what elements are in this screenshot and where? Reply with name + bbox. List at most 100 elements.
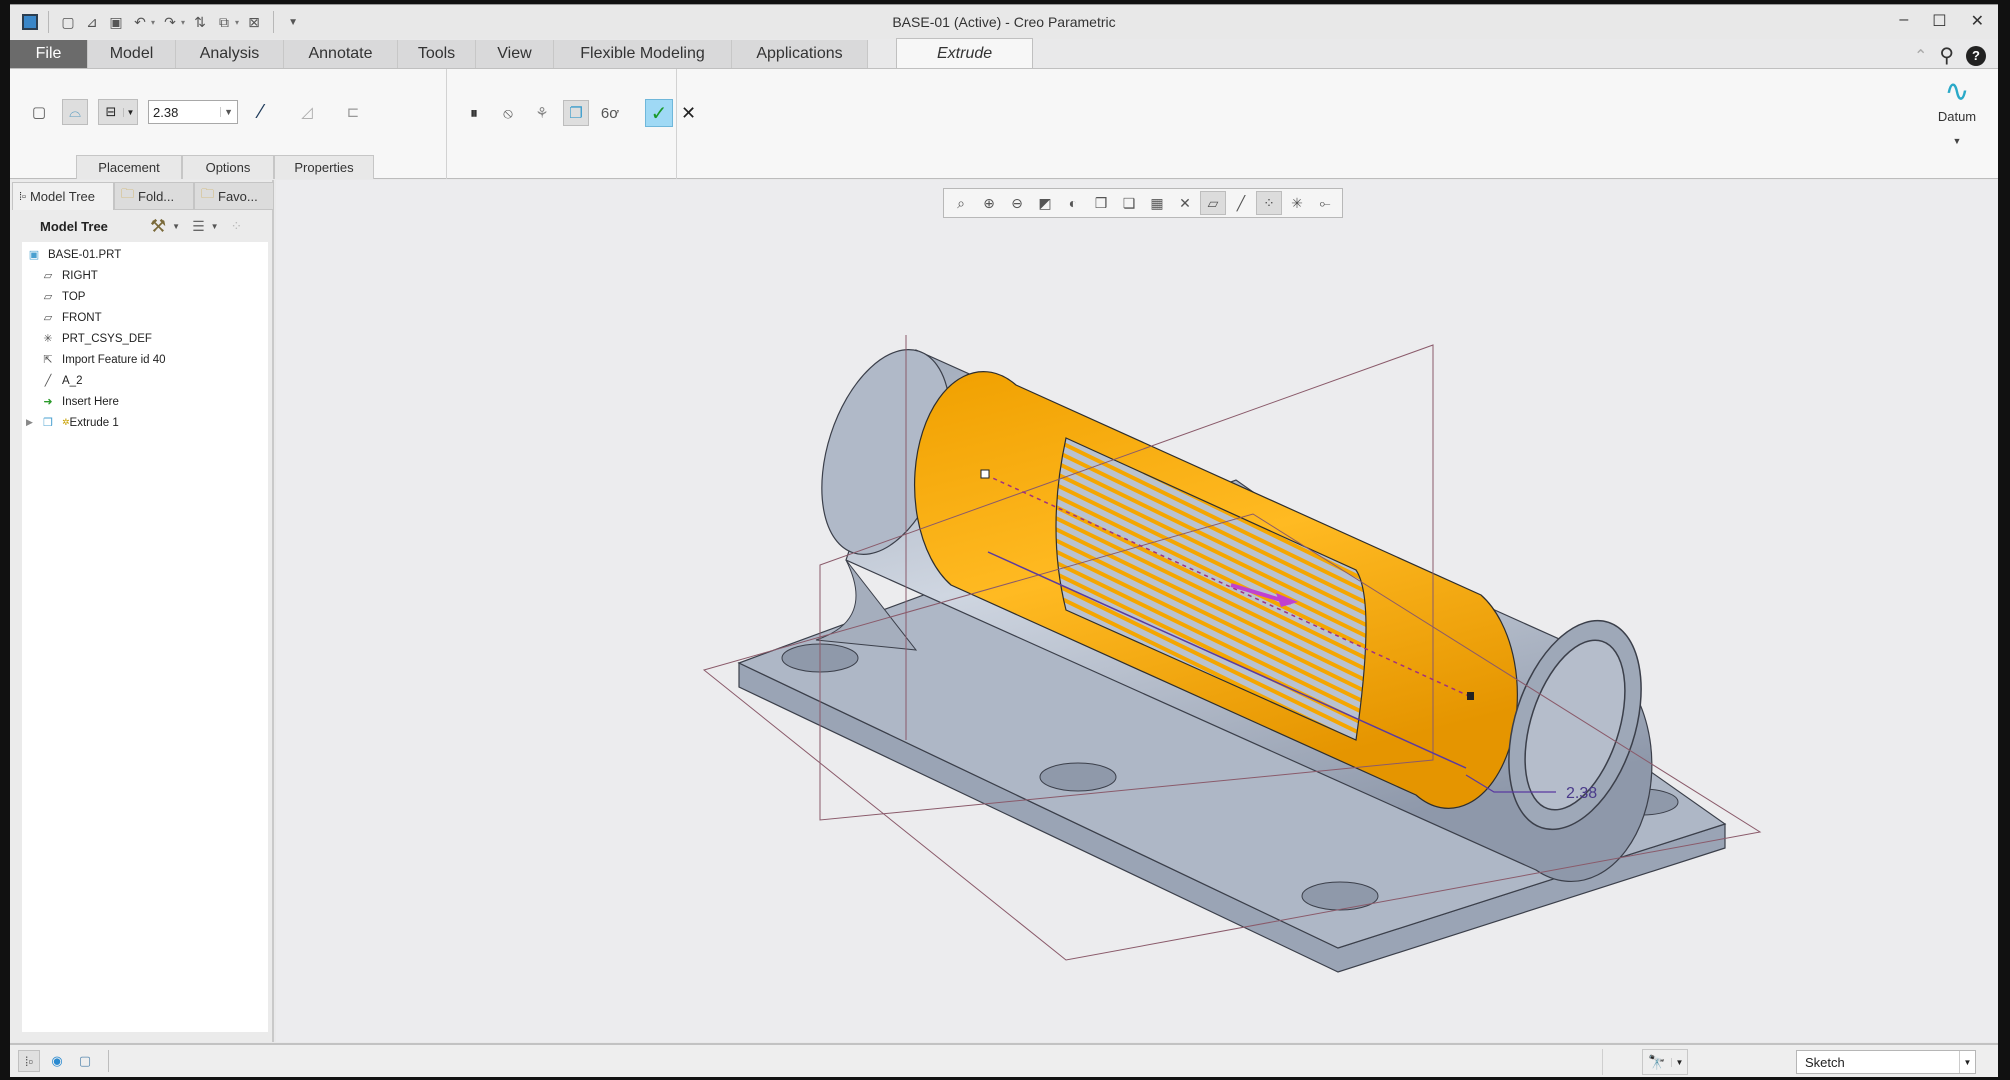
tab-file[interactable]: File [10,40,88,68]
show-dropdown-icon[interactable]: ▼ [211,222,219,231]
drag-handle-end[interactable] [1467,692,1474,700]
tree-node[interactable]: ▱ FRONT [22,307,268,328]
surface-icon[interactable]: ⌓ [62,99,88,125]
close-button[interactable]: ✕ [1971,11,1984,31]
navigator-toggle-icon[interactable]: ⁞▫ [18,1050,40,1072]
tab-folder-browser[interactable]: 🗀 Fold... [114,182,194,210]
find-button[interactable]: 🔭 ▼ [1642,1049,1688,1075]
subtab-options[interactable]: Options [182,155,274,179]
tab-view[interactable]: View [476,40,554,68]
tree-node-label: BASE-01.PRT [48,248,122,261]
tree-node-label: Import Feature id 40 [62,353,166,366]
model-tree-icon: ⁞▫ [19,190,26,203]
depth-dropdown-icon[interactable]: ▼ [220,107,233,117]
tab-analysis[interactable]: Analysis [176,40,284,68]
show-icon[interactable]: ☰ [192,218,205,235]
browser-toggle-icon[interactable]: ◉ [46,1050,68,1072]
datum-plane-icon: ▱ [43,312,53,324]
tree-node-label: TOP [62,290,86,303]
help-icon[interactable]: ? [1966,45,1986,66]
find-dropdown-icon[interactable]: ▼ [1671,1057,1687,1067]
model-3d-view[interactable]: 2.38 [276,180,1998,1042]
collapse-ribbon-icon[interactable]: ⌃ [1914,46,1927,66]
expand-icon[interactable]: ▶ [26,417,38,428]
mount-hole [1301,881,1379,911]
tab-tools[interactable]: Tools [398,40,476,68]
datum-group[interactable]: ∿ Datum ▼ [1932,75,1982,146]
appearance-icon[interactable]: ▦ [1144,191,1170,215]
depth-dimension[interactable]: 2.38 [1566,785,1597,802]
no-preview-icon[interactable]: ⦸ [495,100,521,126]
datum-dropdown-icon[interactable]: ▼ [1932,136,1982,146]
csys-display-icon[interactable]: ✳ [1284,191,1310,215]
tab-favorites[interactable]: 🗀 Favo... [194,182,274,210]
subtab-properties[interactable]: Properties [274,155,374,179]
feature-preview-icon[interactable]: 6ơ [597,100,623,126]
tab-flexible-modeling[interactable]: Flexible Modeling [554,40,732,68]
extrude-options-group: ▢ ⌓ ⊟ ▼ 2.38 ▼ ⁄ ◿ ⊏ Placement Options P… [10,69,447,179]
tree-node[interactable]: ➜ Insert Here [22,391,268,412]
tab-annotate[interactable]: Annotate [284,40,398,68]
datum-display-icon[interactable]: ✕ [1172,191,1198,215]
depth-value: 2.38 [153,104,179,120]
selection-filter-select[interactable]: Sketch ▼ [1796,1050,1976,1074]
divider [1602,1049,1603,1075]
tree-filter-icon[interactable]: ⁘ [231,218,243,235]
ok-button[interactable]: ✓ [645,99,673,127]
pause-icon[interactable]: ⏸ [461,100,487,126]
tree-node[interactable]: ⇱ Import Feature id 40 [22,349,268,370]
annotation-display-icon[interactable]: ⟜ [1312,191,1338,215]
feature-actions-group: ⏸ ⦸ ⚘ ❐ 6ơ ✓ ✕ [447,69,696,179]
tree-node[interactable]: ▱ RIGHT [22,265,268,286]
navigator-panel: ⁞▫ Model Tree 🗀 Fold... 🗀 Favo... Model … [10,180,274,1042]
zoom-out-icon[interactable]: ⊖ [1004,191,1030,215]
thicken-sketch-icon[interactable]: ⊏ [340,99,366,125]
extrude-dashboard: ▢ ⌓ ⊟ ▼ 2.38 ▼ ⁄ ◿ ⊏ Placement Options P… [10,69,1998,179]
zoom-in-icon[interactable]: ⊕ [976,191,1002,215]
ribbon-right-controls: ⌃ ⚲ ? [1914,43,1986,68]
display-style-icon[interactable]: ◐ [1060,191,1086,215]
binoculars-icon: 🔭 [1648,1053,1666,1070]
graphics-window[interactable]: 2.38 ⌕ ⊕ ⊖ ◩ ◐ ❒ ❏ ▦ ✕ ▱ ╱ ⁘ ✳ ⟜ [276,180,1998,1042]
solid-icon[interactable]: ▢ [26,99,52,125]
flip-direction-icon[interactable]: ⁄ [248,99,274,125]
tree-node[interactable]: ╱ A_2 [22,370,268,391]
view-manager-icon[interactable]: ❏ [1116,191,1142,215]
tree-node[interactable]: ▱ TOP [22,286,268,307]
maximize-button[interactable]: ☐ [1932,11,1946,31]
subtab-placement[interactable]: Placement [76,155,182,179]
tab-applications[interactable]: Applications [732,40,868,68]
depth-type-button[interactable]: ⊟ ▼ [98,99,138,125]
tab-extrude[interactable]: Extrude [896,38,1034,68]
tree-node[interactable]: ▶ ❒ ✲ Extrude 1 [22,412,268,433]
drag-handle-start[interactable] [980,469,990,479]
tree-node[interactable]: ▣ BASE-01.PRT [22,244,268,265]
attached-preview-icon[interactable]: ❐ [563,100,589,126]
tab-model-tree[interactable]: ⁞▫ Model Tree [12,182,114,210]
search-icon[interactable]: ⚲ [1939,43,1954,68]
tree-node[interactable]: ✳ PRT_CSYS_DEF [22,328,268,349]
full-screen-icon[interactable]: ▢ [74,1050,96,1072]
tree-settings-icon[interactable]: ⚒ [150,216,166,237]
tree-settings-dropdown-icon[interactable]: ▼ [172,222,180,231]
axis-icon: ╱ [44,375,52,387]
depth-type-dropdown-icon[interactable]: ▼ [123,107,137,117]
repaint-icon[interactable]: ◩ [1032,191,1058,215]
refit-icon[interactable]: ⌕ [948,191,974,215]
point-display-icon[interactable]: ⁘ [1256,191,1282,215]
status-bar: ⁞▫ ◉ ▢ 🔭 ▼ Sketch ▼ [10,1043,1998,1077]
axis-display-icon[interactable]: ╱ [1228,191,1254,215]
tab-model[interactable]: Model [88,40,176,68]
tab-label: Model Tree [29,189,96,204]
cancel-button[interactable]: ✕ [681,103,696,124]
plane-display-icon[interactable]: ▱ [1200,191,1226,215]
remove-material-icon[interactable]: ◿ [294,99,320,125]
depth-value-input[interactable]: 2.38 ▼ [148,100,238,124]
selection-filter-dropdown-icon[interactable]: ▼ [1959,1051,1975,1073]
part-icon: ▣ [28,249,40,261]
minimize-button[interactable]: – [1899,11,1908,31]
verify-mode-icon[interactable]: ⚘ [529,100,555,126]
saved-orientations-icon[interactable]: ❒ [1088,191,1114,215]
tree-header: Model Tree [40,218,108,234]
tree-node-label: FRONT [62,311,102,324]
